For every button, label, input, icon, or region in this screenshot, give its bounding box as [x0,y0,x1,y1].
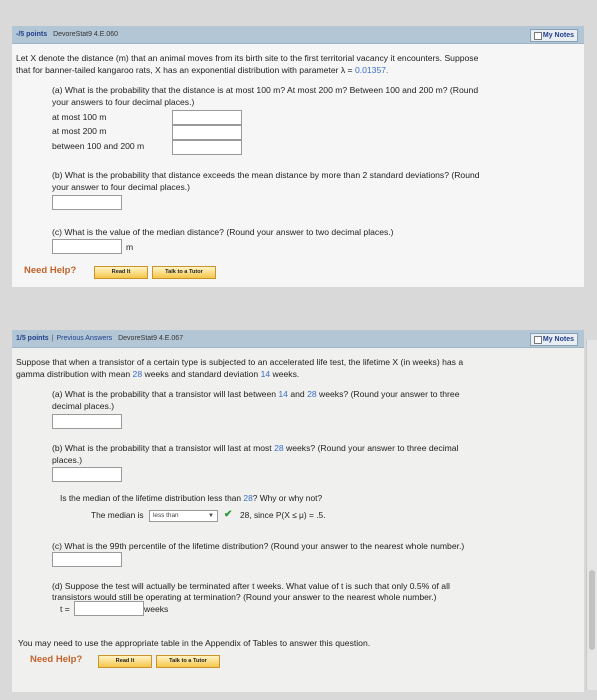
problem-intro-line1: Suppose that when a transistor of a cert… [16,357,464,367]
median-label: The median is [91,510,144,520]
answer-input-b[interactable] [52,467,122,482]
question-text: and [287,389,308,399]
problem-reference: DevoreStat9 4.E.060 [53,31,119,38]
need-help-label: Need Help? [24,265,77,276]
scrollbar[interactable] [586,340,597,690]
talk-to-tutor-button[interactable]: Talk to a Tutor [152,266,216,279]
answer-input-b[interactable] [52,195,122,210]
question-text: (a) What is the probability that a trans… [52,389,279,399]
question-text: weeks? (Round your answer to three [316,389,460,399]
talk-to-tutor-button[interactable]: Talk to a Tutor [156,655,220,668]
t-label: t = [60,604,70,614]
problem-intro-line2: gamma distribution with mean 28 weeks an… [16,369,299,380]
unit-label-weeks: weeks [144,604,169,614]
problem-reference: DevoreStat9 4.E.067 [118,335,184,342]
answer-input-a1[interactable] [172,110,242,125]
problem-header-1: -/5 points DevoreStat9 4.E.060 My Notes [12,26,584,44]
sd-value: 14 [260,369,271,379]
answer-input-c[interactable] [52,552,122,567]
part-a-question-line1: (a) What is the probability that a trans… [52,389,459,400]
part-b-question-line1: (b) What is the probability that distanc… [52,170,480,180]
answer-input-c[interactable] [52,239,122,254]
question-text: weeks? (Round your answer to three decim… [283,443,459,453]
appendix-note: You may need to use the appropriate tabl… [18,638,371,648]
answer-input-a2[interactable] [172,125,242,140]
answer-input-a[interactable] [52,414,122,429]
points-label: 1/5 points [16,335,49,342]
mean-value: 28 [132,369,143,379]
unit-label-m: m [126,242,134,252]
part-a-question-line2: your answers to four decimal places.) [52,97,195,107]
week-value: 28 [243,493,253,503]
median-select-value: less than [153,512,179,519]
row-label-at-most-200: at most 200 m [52,126,107,136]
part-b-question-line2: your answer to four decimal places.) [52,182,191,192]
my-notes-button[interactable]: My Notes [529,333,578,346]
problem-panel-1: -/5 points DevoreStat9 4.E.060 My Notes … [12,26,584,287]
median-select[interactable]: less than ▼ [149,510,218,522]
part-a-question-line1: (a) What is the probability that the dis… [52,85,479,95]
problem-intro-line1: Let X denote the distance (m) that an an… [16,53,479,63]
part-c-question: (c) What is the value of the median dist… [52,227,394,237]
previous-answers-link[interactable]: Previous Answers [57,335,113,342]
part-a-question-line2: decimal places.) [52,401,115,411]
answer-input-d[interactable] [74,601,144,616]
part-d-question-line1: (d) Suppose the test will actually be te… [52,581,450,591]
intro-text: gamma distribution with mean [16,369,133,379]
problem-panel-2: 1/5 points | Previous Answers DevoreStat9 … [12,330,584,692]
need-help-label: Need Help? [30,654,83,665]
answer-input-a3[interactable] [172,140,242,155]
lower-bound-value: 14 [278,389,288,399]
problem-intro-line2: that for banner-tailed kangaroo rats, X … [16,65,388,76]
median-question: Is the median of the lifetime distributi… [60,493,322,504]
my-notes-button[interactable]: My Notes [529,29,578,42]
intro-text: that for banner-tailed kangaroo rats, X … [16,65,355,75]
question-text: ? Why or why not? [252,493,323,503]
row-label-at-most-100: at most 100 m [52,112,107,122]
part-c-question: (c) What is the 99th percentile of the l… [52,541,465,551]
part-b-question-line1: (b) What is the probability that a trans… [52,443,458,454]
question-text: Is the median of the lifetime distributi… [60,493,244,503]
read-it-button[interactable]: Read It [94,266,148,279]
intro-text: weeks and standard deviation [142,369,261,379]
read-it-button[interactable]: Read It [98,655,152,668]
upper-bound-value: 28 [307,389,317,399]
points-label: -/5 points [16,31,48,38]
chevron-down-icon: ▼ [208,513,214,519]
problem-header-2: 1/5 points | Previous Answers DevoreStat9 … [12,330,584,348]
intro-text: weeks. [270,369,300,379]
row-label-between: between 100 and 200 m [52,141,145,151]
week-value: 28 [274,443,284,453]
checkmark-icon: ✔ [224,509,233,520]
scrollbar-thumb[interactable] [589,570,595,650]
part-b-question-line2: places.) [52,455,83,465]
question-text: (b) What is the probability that a trans… [52,443,275,453]
lambda-value: 0.01357. [354,65,389,75]
median-explanation: 28, since P(X ≤ μ) = .5. [240,510,326,520]
